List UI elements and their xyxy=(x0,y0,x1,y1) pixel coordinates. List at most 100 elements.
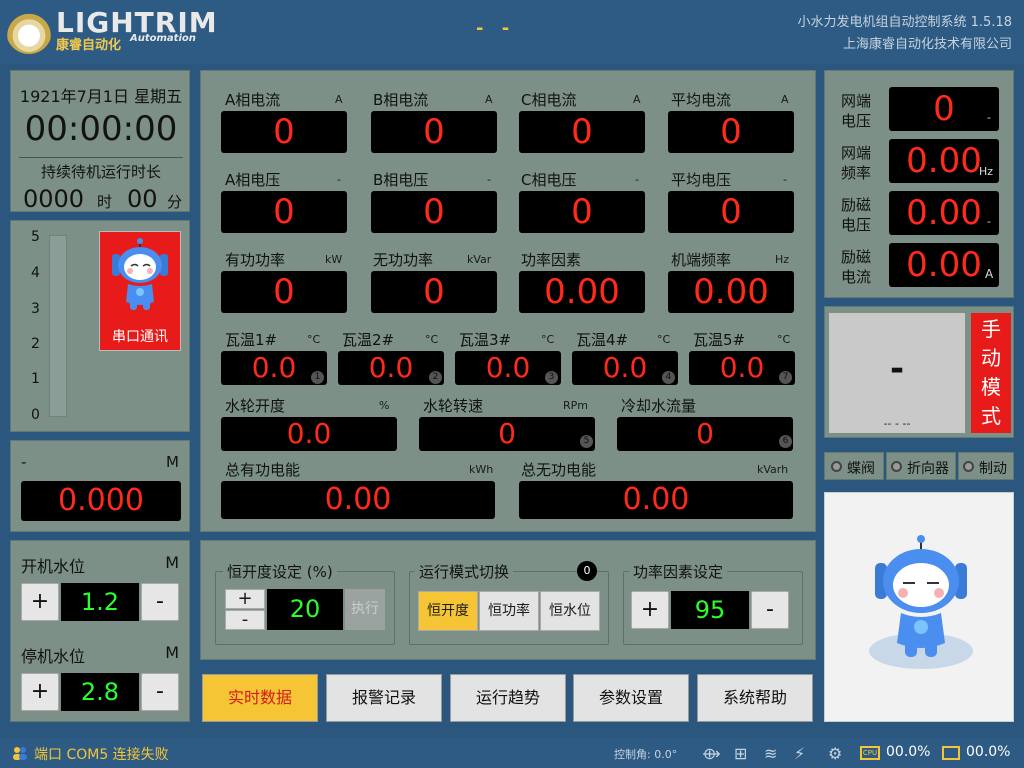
active-power-label: 有功功率 xyxy=(225,251,286,269)
butterfly-valve-label: 蝶阀 xyxy=(847,461,875,477)
execute-button[interactable]: 执行 xyxy=(345,589,385,630)
nav-realtime-data[interactable]: 实时数据 xyxy=(202,674,318,722)
grid-voltage-label: 网端 电压 xyxy=(841,92,872,130)
start-level-label: 开机水位 xyxy=(21,557,86,576)
power-icon: ⚡ xyxy=(794,744,806,763)
b-current-unit: A xyxy=(485,93,493,106)
footer-status-bar: 端口 COM5 连接失败 控制角: 0.0° ⟴ ⊞ ≋ ⚡ ⚙ CPU 00.… xyxy=(0,738,1024,768)
opening-title: 恒开度设定 (%) xyxy=(223,561,337,582)
gauge-tick: 3 xyxy=(31,301,40,317)
b-voltage-display: 0 xyxy=(371,191,497,233)
temp1-index: 1 xyxy=(311,371,324,384)
power-factor-label: 功率因素 xyxy=(521,251,582,269)
excitation-current-display: 0.00 xyxy=(889,243,999,287)
gauge-tick: 5 xyxy=(31,229,40,245)
start-level-minus-button[interactable]: - xyxy=(141,583,179,621)
turbine-speed-display: 0 xyxy=(419,417,595,451)
temp1-unit: °C xyxy=(307,333,321,346)
pf-display: 95 xyxy=(671,591,749,629)
excitation-current-unit: A xyxy=(985,267,994,281)
stop-level-plus-button[interactable]: + xyxy=(21,673,59,711)
avg-current-display: 0 xyxy=(668,111,794,153)
total-active-energy-label: 总有功电能 xyxy=(225,461,301,479)
gauge-tick: 0 xyxy=(31,407,40,423)
temp3-unit: °C xyxy=(541,333,555,346)
turbine-speed-label: 水轮转速 xyxy=(423,397,484,415)
header-bar: LIGHTRIM 康睿自动化 Automation - - 小水力发电机组自动控… xyxy=(0,0,1024,64)
settings-icon: ⚙ xyxy=(828,744,843,763)
temp5-index: 7 xyxy=(779,371,792,384)
network-icon: ⟴ xyxy=(702,744,721,763)
company-name: 上海康睿自动化技术有限公司 xyxy=(842,37,1012,52)
run-hours: 0000 xyxy=(23,185,85,213)
power-factor-display: 0.00 xyxy=(519,271,645,313)
hours-unit: 时 xyxy=(97,193,113,211)
stop-level-minus-button[interactable]: - xyxy=(141,673,179,711)
device-status-bar: 蝶阀 折向器 制动 xyxy=(824,452,1014,480)
total-reactive-energy-label: 总无功电能 xyxy=(521,461,597,479)
nav-help[interactable]: 系统帮助 xyxy=(697,674,813,722)
cpu-usage: 00.0% xyxy=(886,744,931,760)
grid-voltage-display: 0 xyxy=(889,87,999,131)
guide-vane-display: 0.0 xyxy=(221,417,397,451)
b-voltage-label: B相电压 xyxy=(373,171,429,189)
stop-level-unit: M xyxy=(165,643,179,662)
cooling-flow-display: 0 xyxy=(617,417,793,451)
level-bar xyxy=(49,235,67,417)
mode-state-value: - xyxy=(889,349,905,389)
a-current-display: 0 xyxy=(221,111,347,153)
temp2-index: 2 xyxy=(429,371,442,384)
excitation-voltage-display: 0.00 xyxy=(889,191,999,235)
cooling-flow-label: 冷却水流量 xyxy=(621,397,697,415)
pf-title: 功率因素设定 xyxy=(629,561,728,582)
nav-alarm-records[interactable]: 报警记录 xyxy=(326,674,442,722)
temp3-index: 3 xyxy=(545,371,558,384)
level-gauge-panel: 5 4 3 2 1 0 串口通讯 xyxy=(10,220,190,432)
control-angle-text: 控制角: 0.0° xyxy=(614,748,678,761)
logo-cn: 康睿自动化 xyxy=(56,38,122,53)
opening-minus-button[interactable]: - xyxy=(225,610,265,630)
gauge-tick: 1 xyxy=(31,371,40,387)
start-level-plus-button[interactable]: + xyxy=(21,583,59,621)
frequency-label: 机端频率 xyxy=(671,251,732,269)
stop-level-label: 停机水位 xyxy=(21,647,86,666)
m-label: - xyxy=(21,453,27,471)
mode-badge: 0 xyxy=(577,561,597,581)
mode-panel: - -- - -- 手动模式 xyxy=(824,306,1014,438)
turbine-speed-index: 5 xyxy=(580,435,593,448)
opening-plus-button[interactable]: + xyxy=(225,589,265,609)
logo-icon xyxy=(6,8,52,54)
mode-constant-power-button[interactable]: 恒功率 xyxy=(479,591,539,631)
opening-display: 20 xyxy=(267,589,343,630)
minutes-unit: 分 xyxy=(167,193,183,211)
nav-parameters[interactable]: 参数设置 xyxy=(573,674,689,722)
mode-state-sub: -- - -- xyxy=(883,417,911,430)
robot-icon xyxy=(112,238,168,310)
users-icon xyxy=(12,746,27,760)
manual-mode-button[interactable]: 手动模式 xyxy=(971,313,1011,433)
b-voltage-unit: - xyxy=(487,173,491,186)
reactive-power-display: 0 xyxy=(371,271,497,313)
computer-icon: ⊞ xyxy=(734,744,748,763)
center-status: - - xyxy=(476,18,516,39)
date-text: 1921年7月1日 星期五 xyxy=(19,87,183,106)
water-level-panel: 开机水位 M + 1.2 - 停机水位 M + 2.8 - xyxy=(10,540,190,722)
cooling-flow-index: 6 xyxy=(779,435,792,448)
a-current-label: A相电流 xyxy=(225,91,281,109)
temp4-unit: °C xyxy=(657,333,671,346)
temp4-label: 瓦温4# xyxy=(576,331,629,349)
pf-minus-button[interactable]: - xyxy=(751,591,789,629)
mode-title: 运行模式切换 xyxy=(415,561,514,582)
nav-trends[interactable]: 运行趋势 xyxy=(450,674,566,722)
port-status-text: 端口 COM5 连接失败 xyxy=(34,747,169,763)
grid-voltage-unit: - xyxy=(987,111,991,124)
pf-plus-button[interactable]: + xyxy=(631,591,669,629)
temp1-label: 瓦温1# xyxy=(225,331,278,349)
avg-voltage-label: 平均电压 xyxy=(671,171,732,189)
serial-comm-button[interactable]: 串口通讯 xyxy=(99,231,181,351)
divider xyxy=(19,157,183,158)
mode-constant-level-button[interactable]: 恒水位 xyxy=(540,591,600,631)
total-reactive-energy-unit: kVarh xyxy=(757,463,789,476)
mode-constant-opening-button[interactable]: 恒开度 xyxy=(418,591,478,631)
a-voltage-label: A相电压 xyxy=(225,171,281,189)
